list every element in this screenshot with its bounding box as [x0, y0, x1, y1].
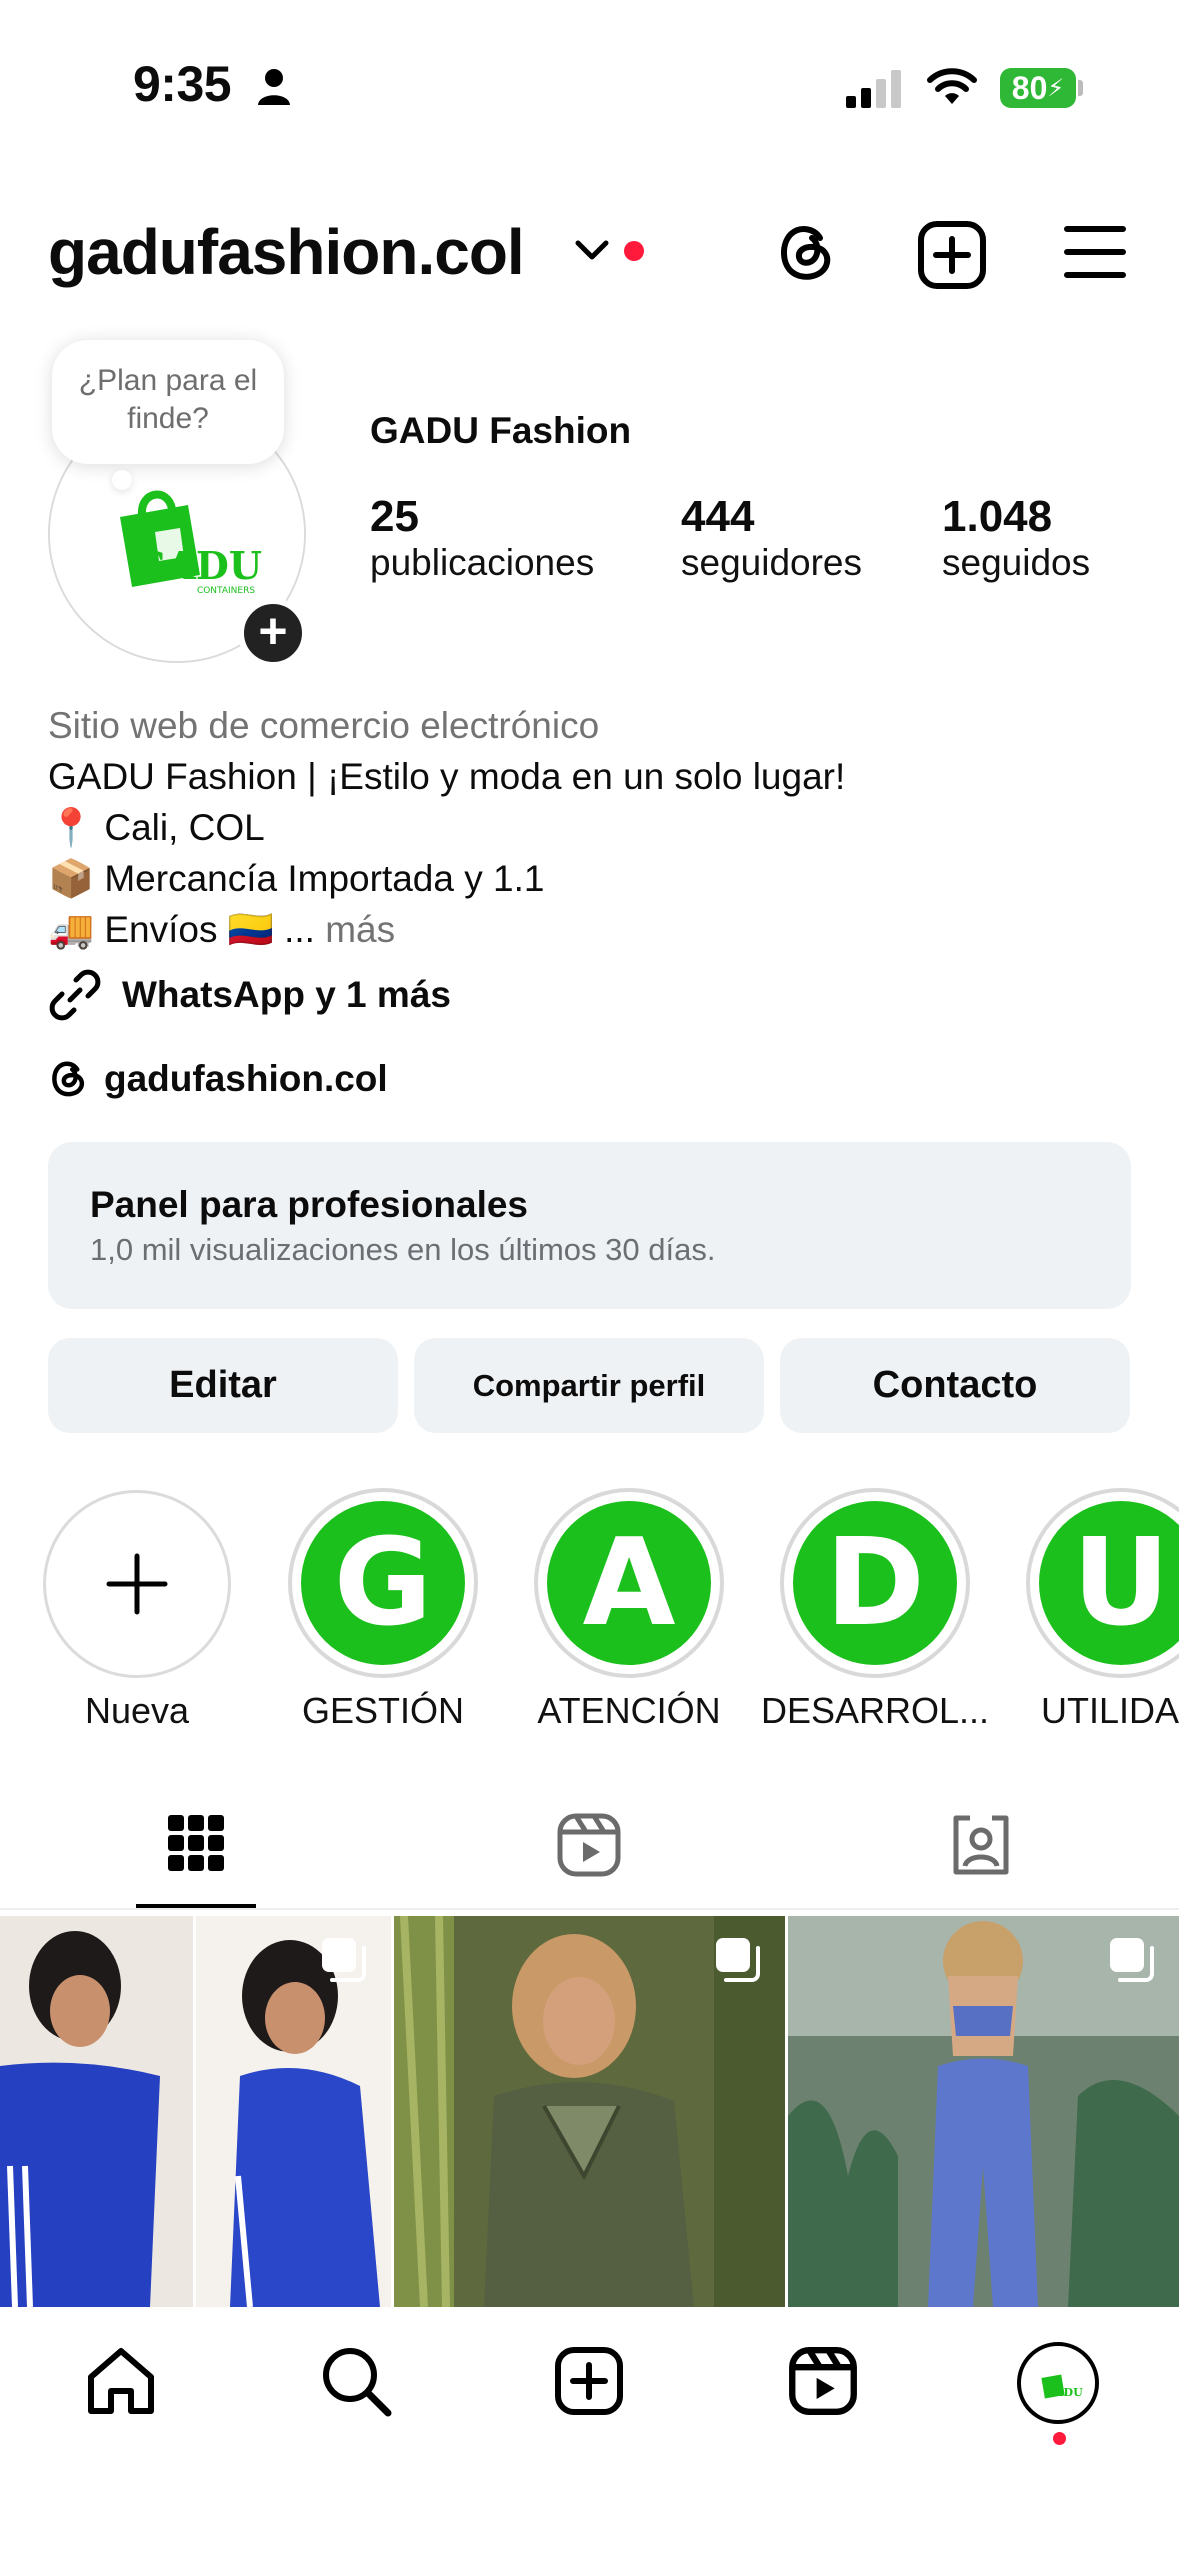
- professional-dashboard[interactable]: Panel para profesionales 1,0 mil visuali…: [48, 1142, 1131, 1309]
- stat-followers-value: 444: [681, 492, 755, 541]
- status-time: 9:35: [133, 56, 232, 112]
- stat-followers-label: seguidores: [681, 542, 863, 583]
- tabs-divider: [0, 1908, 1179, 1910]
- threads-icon[interactable]: [774, 220, 840, 286]
- create-icon[interactable]: [554, 2346, 624, 2416]
- bio-line-4: 🚚 Envíos 🇨🇴 ... más: [48, 904, 395, 955]
- carousel-icon: [716, 1938, 760, 1982]
- stat-followers[interactable]: 444 seguidores: [681, 492, 862, 584]
- highlight-label-desarrollo: DESARROL...: [760, 1690, 990, 1731]
- reels-nav-icon[interactable]: [788, 2346, 858, 2416]
- gadu-logo-small: GADU: [1041, 2374, 1083, 2399]
- bio-more-link[interactable]: más: [325, 909, 395, 950]
- highlight-label-gestion: GESTIÓN: [301, 1690, 465, 1731]
- post-thumbnail[interactable]: [788, 1916, 1179, 2307]
- highlight-gestion-cover: G: [301, 1501, 465, 1665]
- bio-line-2: 📍 Cali, COL: [48, 807, 265, 848]
- highlight-utilidad-cover: U: [1039, 1501, 1179, 1665]
- menu-icon[interactable]: [1064, 224, 1126, 280]
- bio-line-1: GADU Fashion | ¡Estilo y moda en un solo…: [48, 756, 846, 797]
- plus-icon: [106, 1553, 168, 1615]
- search-icon[interactable]: [320, 2345, 392, 2417]
- post-thumbnail[interactable]: [394, 1916, 785, 2307]
- home-icon[interactable]: [85, 2345, 157, 2417]
- contact-button[interactable]: Contacto: [780, 1338, 1130, 1433]
- highlight-label-atencion: ATENCIÓN: [537, 1690, 721, 1731]
- link-icon: [49, 969, 101, 1021]
- threads-profile-link[interactable]: gadufashion.col: [48, 1058, 388, 1100]
- tagged-icon[interactable]: [948, 1812, 1014, 1878]
- external-links[interactable]: WhatsApp y 1 más: [48, 968, 451, 1022]
- dashboard-title: Panel para profesionales: [90, 1184, 529, 1225]
- avatar-logo-text: GADU: [134, 543, 262, 588]
- highlight-desarrollo[interactable]: D: [780, 1488, 970, 1678]
- highlight-atencion[interactable]: A: [534, 1488, 724, 1678]
- profile-category: Sitio web de comercio electrónico: [48, 705, 600, 746]
- stat-following[interactable]: 1.048 seguidos: [942, 492, 1090, 584]
- highlight-utilidad[interactable]: U: [1026, 1488, 1179, 1678]
- edit-profile-button[interactable]: Editar: [48, 1338, 398, 1433]
- highlight-label-new: Nueva: [84, 1690, 190, 1731]
- grid-icon[interactable]: [168, 1815, 224, 1871]
- share-profile-button[interactable]: Compartir perfil: [414, 1338, 764, 1433]
- dashboard-subtitle: 1,0 mil visualizaciones en los últimos 3…: [90, 1232, 716, 1267]
- display-name: GADU Fashion: [370, 410, 632, 451]
- person-icon: [258, 69, 290, 105]
- add-story-button[interactable]: +: [238, 598, 308, 668]
- post-thumbnail[interactable]: [0, 1916, 391, 2307]
- stat-posts-value: 25: [370, 492, 419, 541]
- highlight-atencion-cover: A: [547, 1501, 711, 1665]
- highlight-desarrollo-cover: D: [793, 1501, 957, 1665]
- bio-line-4-text: 🚚 Envíos 🇨🇴 ...: [48, 909, 315, 950]
- threads-icon: [52, 1061, 85, 1097]
- account-switcher[interactable]: gadufashion.col: [48, 215, 525, 289]
- chevron-down-icon[interactable]: [574, 238, 610, 262]
- carousel-icon: [1110, 1938, 1154, 1982]
- highlight-label-utilidad: UTILIDA: [1041, 1690, 1179, 1731]
- create-post-icon[interactable]: [917, 220, 987, 290]
- battery-cap: [1078, 80, 1083, 96]
- profile-notification-dot: [1053, 2432, 1066, 2445]
- stat-posts-label: publicaciones: [370, 542, 595, 583]
- reels-icon[interactable]: [556, 1812, 622, 1878]
- battery-level: 80 ⚡: [1000, 68, 1076, 108]
- carousel-icon: [322, 1938, 366, 1982]
- nav-avatar-logo-text: GADU: [1045, 2386, 1083, 2399]
- stat-following-label: seguidos: [942, 542, 1091, 583]
- bio-line-3: 📦 Mercancía Importada y 1.1: [48, 858, 545, 899]
- stat-posts[interactable]: 25 publicaciones: [370, 492, 594, 584]
- signal-icon: [846, 70, 901, 108]
- new-highlight-button[interactable]: [43, 1490, 231, 1678]
- highlight-gestion[interactable]: G: [288, 1488, 478, 1678]
- notification-dot: [624, 241, 644, 261]
- wifi-icon: [927, 68, 977, 104]
- stat-following-value: 1.048: [942, 492, 1053, 541]
- avatar-logo-subtext: CONTAINERS: [197, 586, 255, 596]
- profile-note[interactable]: ¿Plan para el finde?: [52, 340, 284, 464]
- note-tail: [112, 470, 132, 490]
- profile-nav-avatar[interactable]: GADU: [1017, 2342, 1099, 2424]
- threads-handle: gadufashion.col: [104, 1058, 388, 1099]
- external-links-label: WhatsApp y 1 más: [122, 974, 451, 1015]
